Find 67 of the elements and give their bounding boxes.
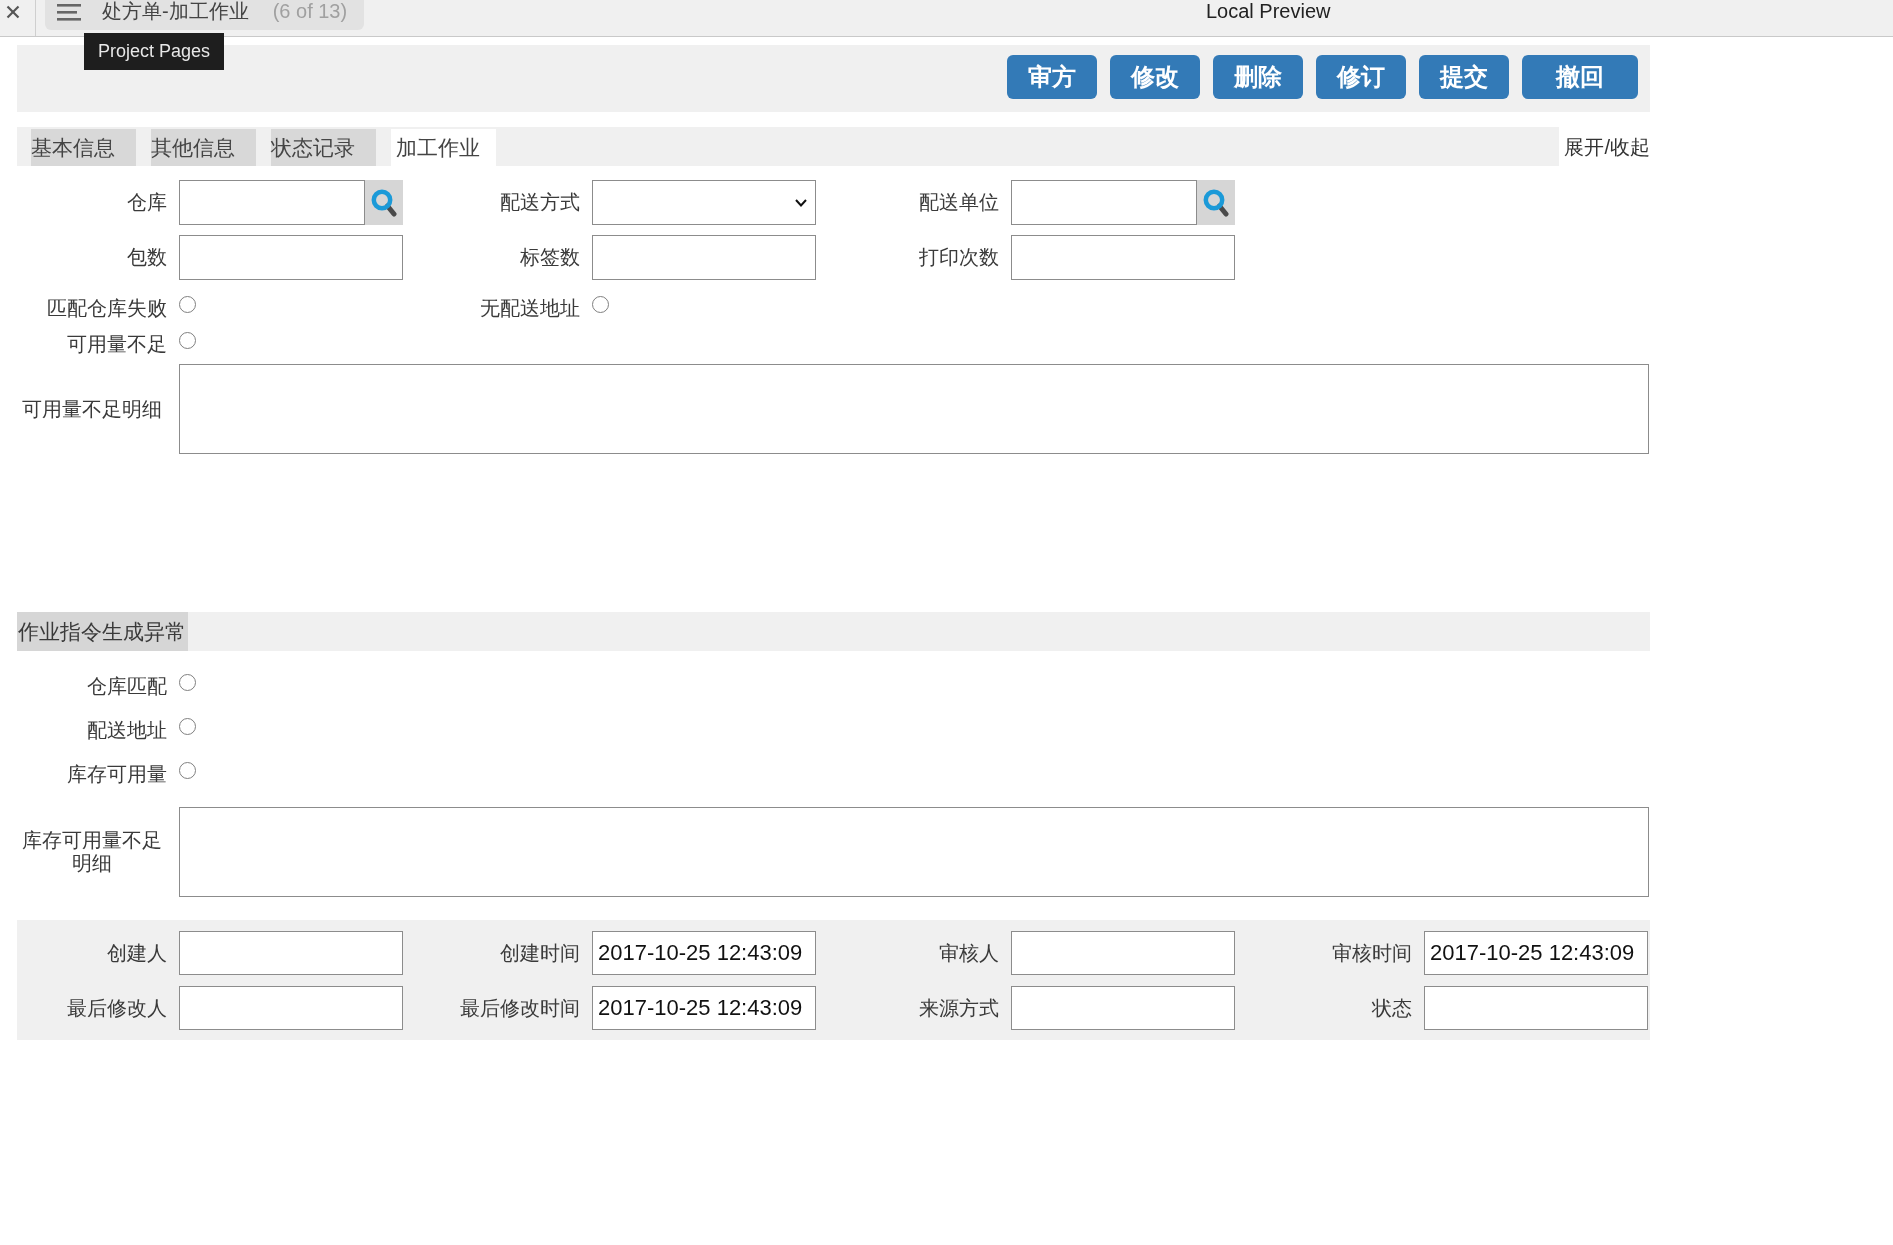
toolbar-button[interactable]: 删除 [1213,55,1303,99]
field-label: 创建时间 [500,941,580,964]
text-field[interactable] [179,180,365,225]
field-label: 创建人 [107,941,167,964]
field-label: 配送单位 [919,191,999,213]
text-area[interactable] [179,807,1649,897]
tooltip: Project Pages [84,33,224,70]
field-label: 包数 [127,246,167,268]
toolbar-button[interactable]: 提交 [1419,55,1509,99]
text-field[interactable] [179,931,403,975]
tab[interactable]: 加工作业 [391,129,496,166]
text-field[interactable]: 2017-10-25 12:43:09 [1424,931,1648,975]
field-label: 配送地址 [87,718,167,741]
search-button[interactable] [365,180,403,225]
field-label: 库存可用量不足明细 [22,829,162,874]
chevron-down-icon [795,198,807,207]
field-label: 来源方式 [919,996,999,1019]
field-label: 无配送地址 [480,296,580,319]
text-field[interactable]: 2017-10-25 12:43:09 [592,931,816,975]
tab[interactable]: 基本信息 [31,129,136,166]
toolbar-button[interactable]: 修改 [1110,55,1200,99]
radio-button[interactable] [179,762,196,779]
search-button[interactable] [1197,180,1235,225]
text-field[interactable] [1011,235,1235,280]
field-label: 打印次数 [919,246,999,268]
text-field[interactable]: 2017-10-25 12:43:09 [592,986,816,1030]
document-tab[interactable]: 处方单-加工作业 (6 of 13) [45,0,364,30]
tab[interactable]: 状态记录 [271,129,376,166]
radio-button[interactable] [179,332,196,349]
field-label: 仓库 [127,191,167,213]
field-label: 配送方式 [500,191,580,213]
radio-button[interactable] [592,296,609,313]
radio-button[interactable] [179,674,196,691]
field-label: 标签数 [520,246,580,268]
dropdown-field[interactable] [592,180,816,225]
tab[interactable]: 其他信息 [151,129,256,166]
document-title: 处方单-加工作业 [102,0,249,22]
radio-button[interactable] [179,718,196,735]
field-label: 匹配仓库失败 [47,296,167,319]
text-field[interactable] [592,235,816,280]
text-field[interactable] [1011,986,1235,1030]
field-label: 库存可用量 [67,762,167,785]
menu-icon[interactable] [57,4,81,21]
field-label: 可用量不足 [67,332,167,355]
search-icon [371,188,397,217]
field-label: 状态 [1372,996,1412,1019]
page-counter: (6 of 13) [272,0,348,22]
radio-button[interactable] [179,296,196,313]
search-icon [1203,188,1229,217]
toolbar-button[interactable]: 撤回 [1522,55,1638,99]
text-area[interactable] [179,364,1649,454]
section-title: 作业指令生成异常 [17,612,188,651]
close-icon[interactable] [6,5,20,19]
field-label: 最后修改时间 [460,996,580,1019]
text-field[interactable] [179,986,403,1030]
toolbar-button[interactable]: 修订 [1316,55,1406,99]
text-field[interactable] [1011,180,1197,225]
field-label: 审核人 [939,941,999,964]
toolbar-button[interactable]: 审方 [1007,55,1097,99]
text-field[interactable] [1424,986,1648,1030]
window-title: Local Preview [1206,0,1331,22]
field-label: 仓库匹配 [87,674,167,697]
text-field[interactable] [1011,931,1235,975]
field-label: 最后修改人 [67,996,167,1019]
field-label: 可用量不足明细 [22,397,162,420]
field-label: 审核时间 [1332,941,1412,964]
text-field[interactable] [179,235,403,280]
